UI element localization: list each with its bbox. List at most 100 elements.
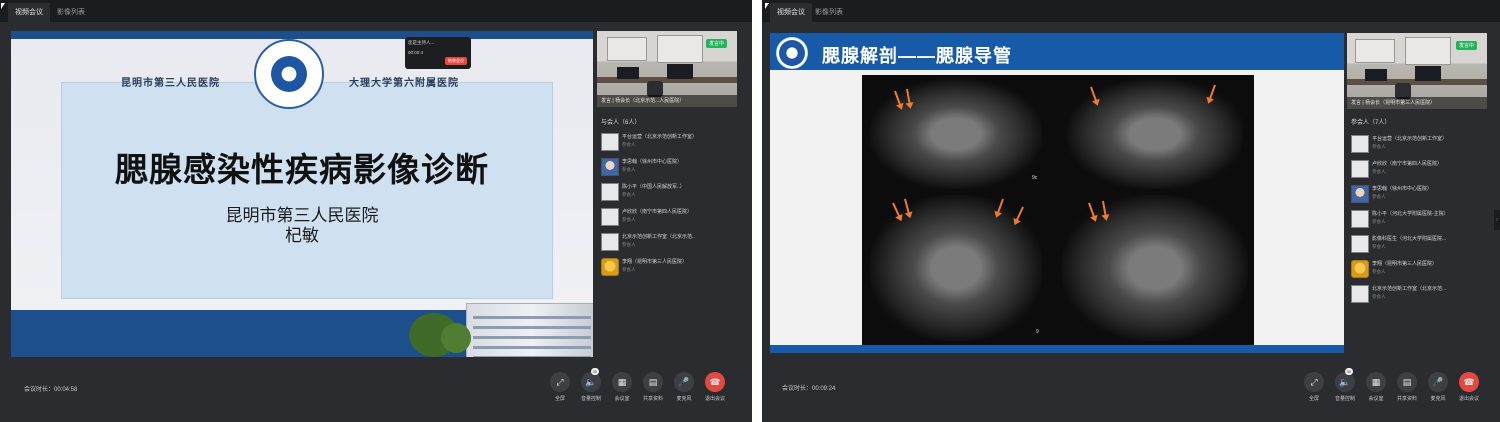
meeting-sidebar: 发言中 发言 | 杨会长（北京示范...人民医院） 与会人（6人） 平台运营（北… <box>597 31 737 321</box>
speaker-button[interactable]: 🔈 30 音量控制 <box>576 368 606 402</box>
participant-role: 参会人 <box>1372 194 1386 199</box>
control-label: 麦克风 <box>676 396 692 402</box>
tab-image-list[interactable]: 影像列表 <box>808 3 850 22</box>
participant-item[interactable]: 卢欣欣（南宁市第四人民医院） 参会人 <box>1351 158 1481 180</box>
speaking-badge: 发言中 <box>1455 41 1477 50</box>
participant-role: 参会人 <box>622 242 636 247</box>
document-button[interactable]: ▤ 共享资料 <box>638 372 668 402</box>
control-glyph: ☎ <box>709 377 721 387</box>
participant-item[interactable]: 卢欣欣（南宁市第四人民医院） 参会人 <box>601 206 731 228</box>
meeting-timer: 会议时长：00:04:58 <box>24 387 78 393</box>
mri-image-grid: 9c 9 <box>862 75 1254 345</box>
notification-text: 您是主持人... <box>408 40 435 45</box>
document-icon: ▤ <box>1397 372 1417 392</box>
hangup-icon: ☎ <box>705 372 725 392</box>
grid-button[interactable]: ▦ 会议室 <box>1361 372 1391 402</box>
tab-image-list[interactable]: 影像列表 <box>50 3 92 22</box>
microphone-button[interactable]: 🎤 麦克风 <box>1423 372 1453 402</box>
participant-item[interactable]: 李翔（昆明市第三人民医院） 参会人 <box>1351 258 1481 280</box>
slide-title: 腮腺感染性疾病影像诊断 <box>115 151 489 188</box>
speaker-video[interactable]: 发言中 发言 | 杨会长（北京示范...人民医院） <box>597 31 737 107</box>
grid-icon: ▦ <box>1366 372 1386 392</box>
slide-hospital-right: 大理大学第六附属医院 <box>349 78 459 89</box>
slide-presenter: 杞敏 <box>285 226 319 245</box>
grid-button[interactable]: ▦ 会议室 <box>607 372 637 402</box>
participant-item[interactable]: 陈小平（河北大学附属医院-主院） 参会人 <box>1351 208 1481 230</box>
avatar <box>1351 285 1369 303</box>
cursor-icon <box>765 3 769 9</box>
participants-header: 参会人（7人） <box>1351 120 1391 126</box>
volume-badge: 30 <box>1344 368 1353 375</box>
avatar <box>1351 210 1369 228</box>
participant-role: 参会人 <box>622 167 636 172</box>
participant-item[interactable]: 李思翰（徐州市中心医院） 参会人 <box>601 156 731 178</box>
control-glyph: ⤢ <box>556 377 564 387</box>
cursor-icon <box>1 3 5 9</box>
avatar <box>1351 135 1369 153</box>
tab-video-meeting[interactable]: 视频会议 <box>8 3 50 22</box>
tab-bar: 视频会议 影像列表 <box>762 0 1500 22</box>
participants-header: 与会人（6人） <box>601 120 641 126</box>
control-label: 会议室 <box>1368 396 1384 402</box>
end-meeting-button[interactable]: 结束会议 <box>445 57 467 65</box>
fullscreen-icon: ⤢ <box>550 372 570 392</box>
participant-item[interactable]: 平台运营（北京示范创新工作室） 参会人 <box>1351 133 1481 155</box>
control-label: 麦克风 <box>1430 396 1446 402</box>
mri-label: 9 <box>1036 329 1039 335</box>
notification-time: 00:00:4 <box>408 50 424 55</box>
meeting-sidebar: 发言中 发言 | 杨会长（昆明市第三人民医院） 参会人（7人） 平台运营（北京示… <box>1347 33 1487 323</box>
control-label: 共享资料 <box>1396 396 1417 402</box>
hospital-logo <box>776 37 808 69</box>
control-glyph: 🔈 <box>585 377 597 387</box>
avatar <box>601 258 619 276</box>
hospital-building-image <box>466 303 593 357</box>
participant-item[interactable]: 北京示范创新工作室（北京示范.. 参会人 <box>601 231 731 253</box>
control-glyph: 🎤 <box>1432 377 1444 387</box>
slide-hospital-left: 昆明市第三人民医院 <box>121 78 220 89</box>
tree-image <box>441 323 471 353</box>
participant-item[interactable]: 李翔（昆明市第三人民医院） 参会人 <box>601 256 731 278</box>
participant-name: 平台运营（北京示范创新工作室） <box>1372 136 1448 142</box>
slide-footer-bar <box>770 345 1344 353</box>
participant-item[interactable]: 平台运营（北京示范创新工作室） 参会人 <box>601 131 731 153</box>
slide-title: 腮腺解剖——腮腺导管 <box>822 46 1012 66</box>
speaker-button[interactable]: 🔈 30 音量控制 <box>1330 368 1360 402</box>
control-glyph: ▤ <box>648 377 658 387</box>
control-label: 共享资料 <box>642 396 663 402</box>
hangup-button[interactable]: ☎ 退出会议 <box>1454 372 1484 402</box>
control-glyph: 🎤 <box>678 377 690 387</box>
hangup-button[interactable]: ☎ 退出会议 <box>700 372 730 402</box>
logo-emblem-icon <box>271 56 307 92</box>
participant-role: 参会人 <box>622 217 636 222</box>
speaker-icon: 🔈 30 <box>1335 368 1355 392</box>
fullscreen-button[interactable]: ⤢ 全屏 <box>1299 372 1329 402</box>
participant-name: 影像科医生（河北大学附属医院... <box>1372 236 1447 242</box>
control-label: 全屏 <box>1308 396 1319 402</box>
participant-role: 参会人 <box>1372 169 1386 174</box>
video-caption: 发言 | 杨会长（北京示范...人民医院） <box>597 95 737 107</box>
speaker-video[interactable]: 发言中 发言 | 杨会长（昆明市第三人民医院） <box>1347 33 1487 109</box>
mri-label: 9c <box>1032 175 1038 181</box>
microphone-icon: 🎤 <box>1428 372 1448 392</box>
avatar <box>601 183 619 201</box>
avatar <box>601 233 619 251</box>
grid-icon: ▦ <box>612 372 632 392</box>
sidebar-toggle-handle[interactable]: › <box>1494 210 1500 230</box>
participant-item[interactable]: 影像科医生（河北大学附属医院... 参会人 <box>1351 233 1481 255</box>
microphone-button[interactable]: 🎤 麦克风 <box>669 372 699 402</box>
fullscreen-button[interactable]: ⤢ 全屏 <box>545 372 575 402</box>
participant-name: 李思翰（徐州市中心医院） <box>622 159 683 165</box>
control-glyph: ▦ <box>617 377 627 387</box>
avatar <box>1351 160 1369 178</box>
participant-item[interactable]: 陈小平（中国人民解放军..） 参会人 <box>601 181 731 203</box>
speaking-badge: 发言中 <box>705 39 727 48</box>
participant-item[interactable]: 北京示范创新工作室（北京示范... 参会人 <box>1351 283 1481 305</box>
participant-name: 李翔（昆明市第三人民医院） <box>1372 261 1438 267</box>
participant-role: 参会人 <box>622 267 636 272</box>
document-icon: ▤ <box>643 372 663 392</box>
participant-name: 卢欣欣（南宁市第四人民医院） <box>622 209 693 215</box>
participant-item[interactable]: 李思翰（徐州市中心医院） 参会人 <box>1351 183 1481 205</box>
tab-video-meeting[interactable]: 视频会议 <box>770 3 812 22</box>
document-button[interactable]: ▤ 共享资料 <box>1392 372 1422 402</box>
right-meeting-window: 视频会议 影像列表 腮腺解剖——腮腺导管 9c 9 发言中 发言 | 杨会长（昆… <box>762 0 1500 422</box>
